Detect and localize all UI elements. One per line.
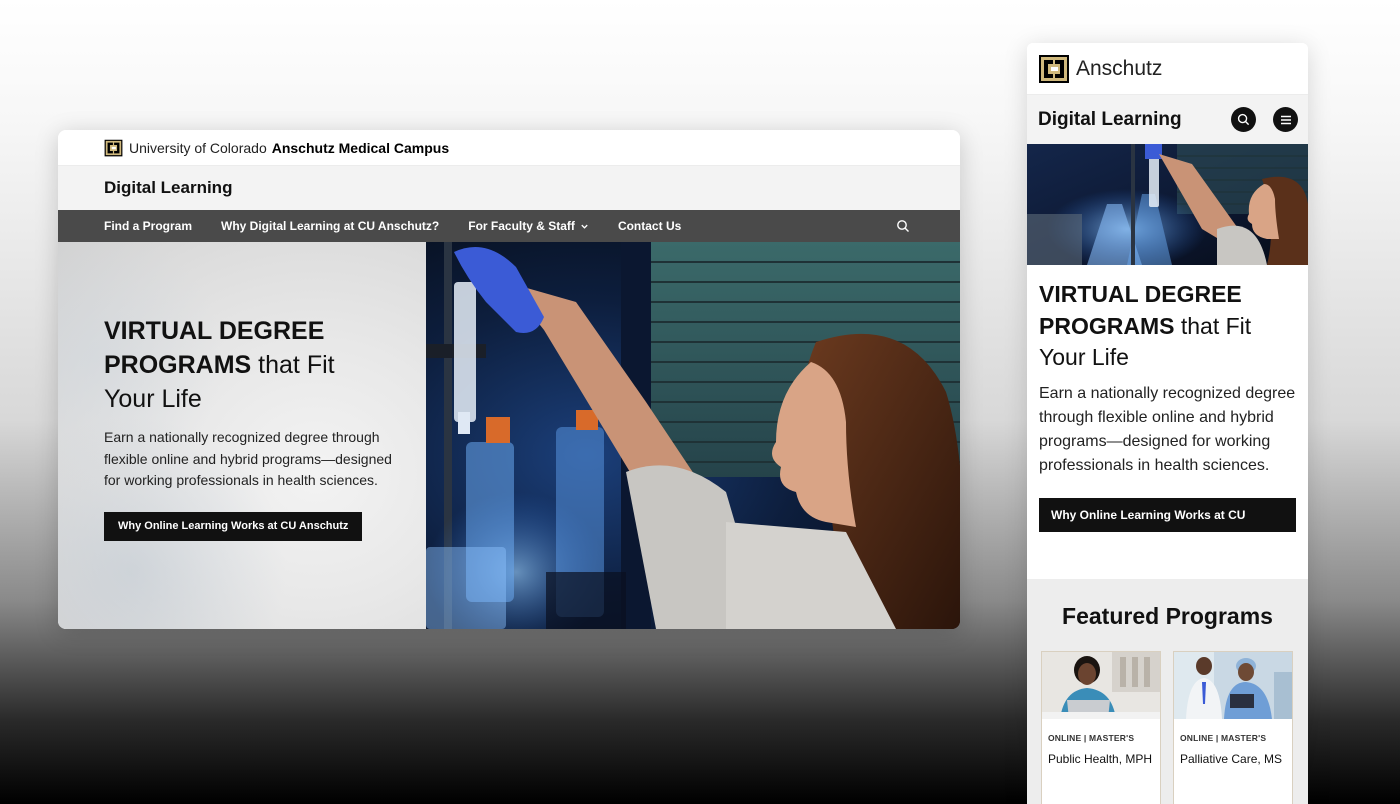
nav-item-why-digital-learning[interactable]: Why Digital Learning at CU Anschutz? [221, 219, 439, 233]
main-nav: Find a Program Why Digital Learning at C… [58, 210, 960, 242]
hero-headline: VIRTUAL DEGREE PROGRAMS that Fit Your Li… [104, 314, 426, 416]
program-card-public-health[interactable]: ONLINE | MASTER'S Public Health, MPH [1041, 651, 1161, 804]
headline-part: that Fit [251, 351, 335, 379]
hero-headline: VIRTUAL DEGREE PROGRAMS that Fit Your Li… [1039, 279, 1296, 374]
nav-label: Contact Us [617, 219, 682, 233]
campus-name: Anschutz Medical Campus [271, 139, 450, 156]
mobile-hero-image-lab-scientist [1027, 144, 1308, 265]
cu-logo-icon[interactable] [1038, 54, 1070, 84]
search-icon[interactable] [896, 219, 910, 233]
program-name: Public Health, MPH [1048, 752, 1153, 766]
program-image-palliative-care [1174, 652, 1292, 719]
hero-text-panel: VIRTUAL DEGREE PROGRAMS that Fit Your Li… [58, 242, 426, 629]
brand-name: Anschutz [1076, 56, 1163, 80]
cta-button[interactable]: Why Online Learning Works at CU Anschutz [1039, 497, 1296, 556]
menu-button[interactable] [1273, 107, 1298, 132]
nav-label: Why Digital Learning at CU Anschutz? [221, 219, 440, 233]
nav-item-find-program[interactable]: Find a Program [104, 219, 192, 233]
program-tag: ONLINE | MASTER'S [1048, 733, 1135, 743]
headline-part: VIRTUAL DEGREE [1039, 281, 1242, 307]
nav-item-faculty-staff[interactable]: For Faculty & Staff [468, 219, 589, 233]
mobile-site-title-bar: Digital Learning [1027, 95, 1308, 144]
nav-item-contact[interactable]: Contact Us [618, 219, 681, 233]
search-button[interactable] [1231, 107, 1256, 132]
site-title-bar: Digital Learning [58, 166, 960, 210]
hero-section: VIRTUAL DEGREE PROGRAMS that Fit Your Li… [58, 242, 960, 629]
headline-part: that Fit [1174, 312, 1252, 339]
featured-programs-title: Featured Programs [1062, 603, 1273, 629]
headline-part: PROGRAMS [1039, 312, 1175, 339]
featured-programs-section: Featured Programs ONLINE | MASTER'S Publ [1027, 579, 1308, 804]
headline-part: PROGRAMS [104, 351, 252, 379]
nav-label: For Faculty & Staff [468, 219, 575, 233]
chevron-down-icon [581, 224, 588, 229]
nav-label: Find a Program [104, 219, 193, 233]
headline-part: Your Life [1039, 344, 1129, 370]
hero-image-lab-scientist [426, 242, 960, 629]
program-card-palliative-care[interactable]: ONLINE | MASTER'S Palliative Care, MS [1173, 651, 1293, 804]
mobile-brand-bar: Anschutz [1027, 43, 1308, 95]
cta-button[interactable]: Why Online Learning Works at CU Anschutz [104, 511, 363, 541]
program-tag: ONLINE | MASTER'S [1180, 733, 1267, 743]
headline-part: Your Life [104, 385, 202, 413]
program-image-public-health [1042, 652, 1160, 719]
mobile-preview: Anschutz Digital Learning VIRTUAL DEGREE… [1027, 43, 1308, 804]
mobile-hero-text: VIRTUAL DEGREE PROGRAMS that Fit Your Li… [1027, 265, 1308, 558]
site-title[interactable]: Digital Learning [104, 178, 232, 198]
desktop-preview: University of Colorado Anschutz Medical … [58, 130, 960, 629]
search-icon [1237, 113, 1250, 126]
university-bar: University of Colorado Anschutz Medical … [58, 130, 960, 166]
headline-part: VIRTUAL DEGREE [104, 317, 325, 345]
menu-icon [1280, 115, 1291, 124]
program-name: Palliative Care, MS [1180, 752, 1283, 766]
university-name: University of Colorado [129, 139, 267, 156]
site-title[interactable]: Digital Learning [1038, 109, 1182, 131]
hero-description: Earn a nationally recognized degree thro… [1039, 384, 1296, 474]
hero-description: Earn a nationally recognized degree thro… [104, 429, 392, 488]
cu-logo-icon[interactable] [104, 139, 123, 157]
